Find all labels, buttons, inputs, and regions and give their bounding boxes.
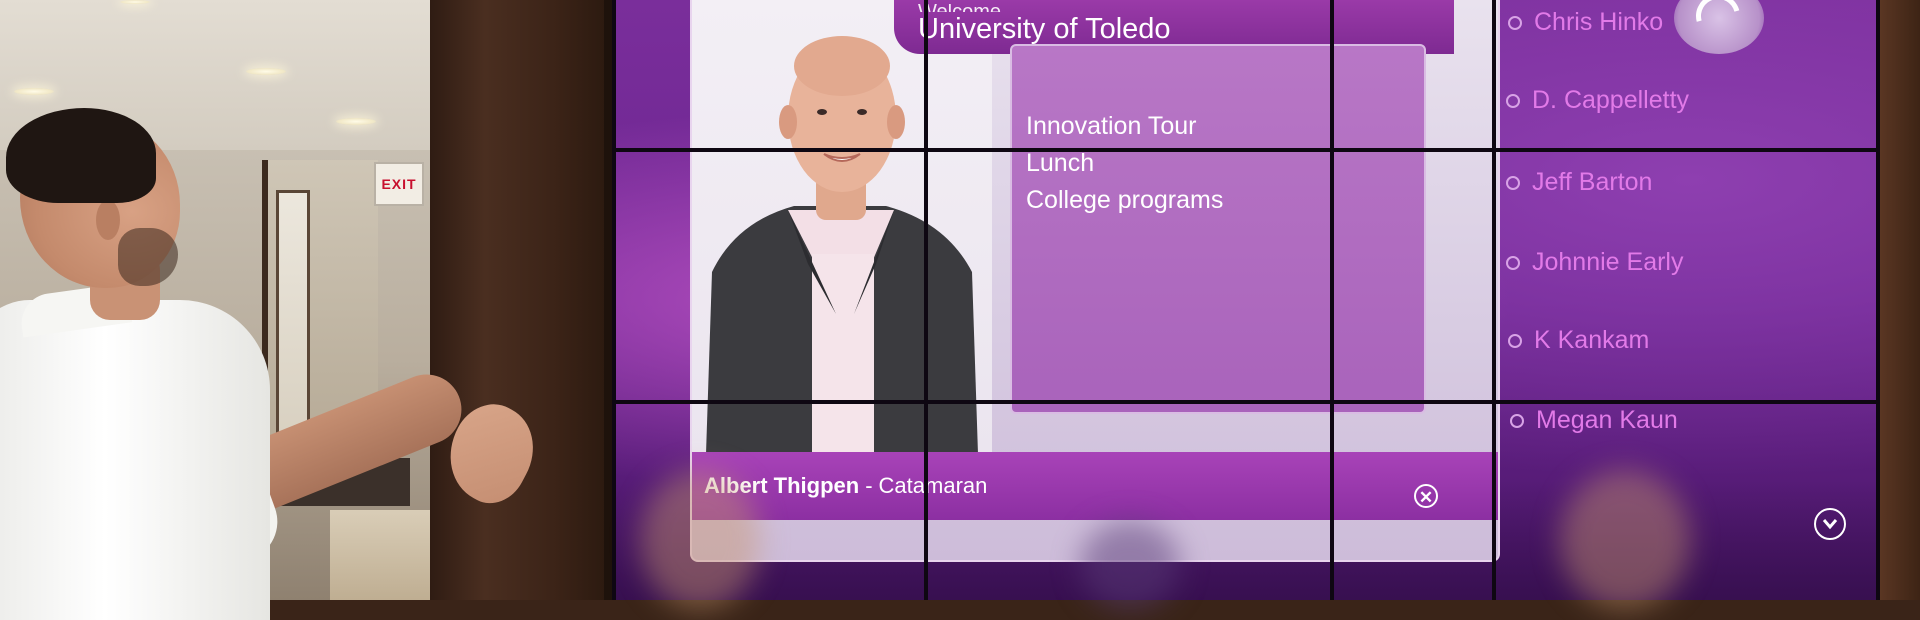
wood-wall-panel (430, 0, 612, 600)
presenter-company: Catamaran (878, 473, 988, 498)
display-bezel (612, 400, 1880, 404)
people-list-item[interactable]: K Kankam (1508, 326, 1649, 355)
radio-bullet-icon (1506, 93, 1520, 108)
radio-bullet-icon (1506, 175, 1520, 190)
door-frame (276, 190, 310, 456)
people-list-item[interactable]: Jeff Barton (1506, 168, 1652, 197)
agenda-item: Innovation Tour (1026, 112, 1197, 140)
radio-bullet-icon (1506, 255, 1520, 270)
ceiling-light (336, 118, 376, 125)
presenter-caption: Albert Thigpen - Catamaran (692, 452, 1498, 520)
person-name: Chris Hinko (1534, 8, 1664, 36)
chevron-down-icon (1822, 519, 1838, 530)
display-bezel (612, 148, 1880, 152)
doorway (262, 160, 378, 460)
person-name: D. Cappelletty (1532, 86, 1690, 114)
person-name: Jeff Barton (1532, 168, 1653, 196)
wall-frame (1880, 0, 1920, 600)
agenda-list: Innovation Tour Lunch College programs (1012, 46, 1424, 219)
logo-swirl (1687, 0, 1749, 47)
radio-bullet-icon (1508, 15, 1522, 30)
people-list-item[interactable]: Megan Kaun (1510, 406, 1678, 435)
people-list-item[interactable]: Johnnie Early (1506, 248, 1683, 277)
ceiling-light (246, 68, 286, 75)
presenter-figure (706, 36, 978, 452)
reflection-blur (640, 470, 760, 610)
people-list-item[interactable]: D. Cappelletty (1506, 86, 1689, 115)
scroll-down-button[interactable] (1814, 508, 1846, 540)
exit-sign: EXIT (374, 162, 424, 206)
display-bezel (1876, 0, 1880, 600)
floor-area (330, 510, 440, 600)
radio-bullet-icon (1508, 333, 1522, 348)
agenda-box: Innovation Tour Lunch College programs (1010, 44, 1426, 414)
person-name: Megan Kaun (1536, 406, 1678, 434)
display-bezel (1330, 0, 1334, 600)
display-bezel (1492, 0, 1496, 600)
room-background: EXIT (0, 0, 440, 600)
ceiling-light (120, 0, 150, 4)
caption-separator: - (865, 473, 873, 498)
reflection-blur (1080, 520, 1180, 610)
header-title: University of Toledo (918, 13, 1171, 45)
radio-bullet-icon (1510, 413, 1524, 428)
close-icon: ✕ (1418, 488, 1434, 507)
reception-desk (250, 458, 410, 506)
header-welcome: Welcome (918, 4, 1454, 12)
presenter-panel: Welcome University of Toledo Innovation … (690, 0, 1500, 562)
close-button[interactable]: ✕ (1414, 484, 1438, 508)
ceiling (0, 0, 440, 150)
person-name: K Kankam (1534, 326, 1650, 354)
agenda-item: College programs (1026, 186, 1224, 214)
person-name: Johnnie Early (1532, 248, 1684, 276)
ceiling-light (14, 88, 54, 95)
reflection-blur (1560, 470, 1690, 610)
display-bezel (924, 0, 928, 600)
display-bezel (612, 0, 616, 600)
people-list-item[interactable]: Chris Hinko (1508, 8, 1663, 37)
presenter-video[interactable] (692, 0, 992, 452)
